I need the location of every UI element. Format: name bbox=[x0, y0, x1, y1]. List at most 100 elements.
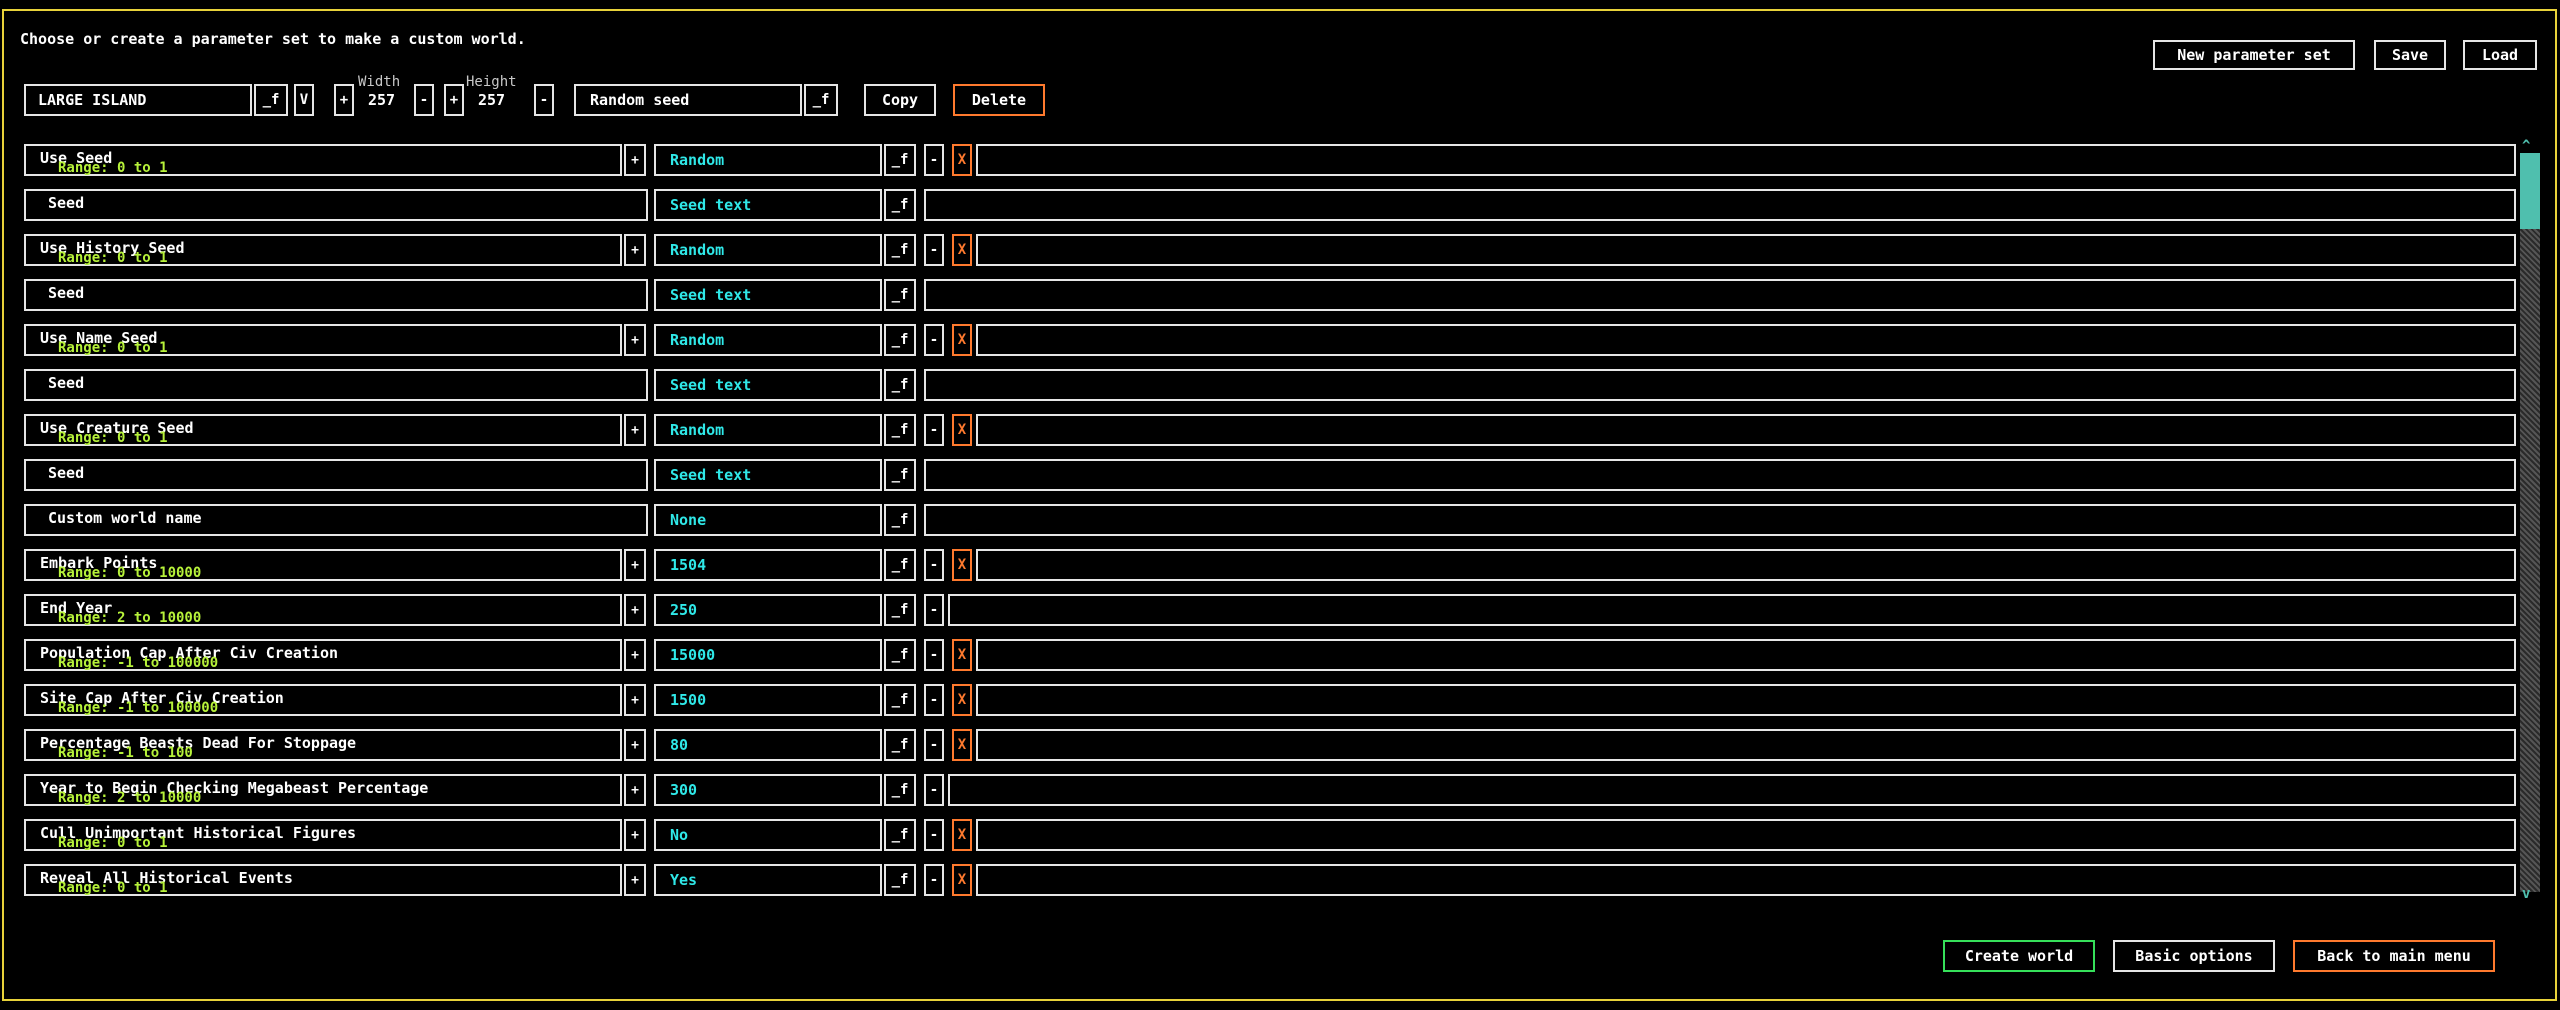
remove-button[interactable]: X bbox=[952, 324, 972, 356]
parameter-value-box[interactable]: None bbox=[654, 504, 882, 536]
scroll-down-icon[interactable]: v bbox=[2522, 886, 2530, 902]
new-parameter-set-button[interactable]: New parameter set bbox=[2153, 40, 2355, 70]
edit-value-button[interactable]: _f bbox=[884, 639, 916, 671]
parameter-extra-field bbox=[924, 504, 2516, 536]
increase-button[interactable]: + bbox=[624, 684, 646, 716]
parameter-value-box[interactable]: Random bbox=[654, 234, 882, 266]
remove-button[interactable]: X bbox=[952, 819, 972, 851]
edit-value-button[interactable]: _f bbox=[884, 234, 916, 266]
edit-value-button[interactable]: _f bbox=[884, 189, 916, 221]
parameter-value-box[interactable]: Seed text bbox=[654, 369, 882, 401]
remove-button[interactable]: X bbox=[952, 414, 972, 446]
height-increase-button[interactable]: + bbox=[444, 84, 464, 116]
scroll-up-icon[interactable]: ^ bbox=[2522, 138, 2530, 154]
edit-value-button[interactable]: _f bbox=[884, 594, 916, 626]
edit-value-button[interactable]: _f bbox=[884, 864, 916, 896]
decrease-button[interactable]: - bbox=[924, 729, 944, 761]
decrease-button[interactable]: - bbox=[924, 549, 944, 581]
seed-edit-button[interactable]: _f bbox=[804, 84, 838, 116]
decrease-button[interactable]: - bbox=[924, 144, 944, 176]
edit-value-button[interactable]: _f bbox=[884, 774, 916, 806]
preset-dropdown-button[interactable]: V bbox=[294, 84, 314, 116]
edit-value-button[interactable]: _f bbox=[884, 504, 916, 536]
increase-button[interactable]: + bbox=[624, 234, 646, 266]
parameter-extra-field bbox=[976, 639, 2516, 671]
parameter-value-box[interactable]: 80 bbox=[654, 729, 882, 761]
increase-button[interactable]: + bbox=[624, 144, 646, 176]
increase-button[interactable]: + bbox=[624, 729, 646, 761]
remove-button[interactable]: X bbox=[952, 639, 972, 671]
parameter-value-box[interactable]: No bbox=[654, 819, 882, 851]
scrollbar-thumb[interactable] bbox=[2520, 153, 2540, 229]
parameter-range: Range: 0 to 1 bbox=[58, 880, 168, 896]
parameter-value-box[interactable]: 250 bbox=[654, 594, 882, 626]
parameter-value-box[interactable]: 300 bbox=[654, 774, 882, 806]
edit-icon: _f bbox=[891, 692, 909, 708]
edit-value-button[interactable]: _f bbox=[884, 414, 916, 446]
remove-button[interactable]: X bbox=[952, 729, 972, 761]
save-button[interactable]: Save bbox=[2374, 40, 2446, 70]
decrease-button[interactable]: - bbox=[924, 819, 944, 851]
increase-button[interactable]: + bbox=[624, 774, 646, 806]
decrease-button[interactable]: - bbox=[924, 234, 944, 266]
parameter-value-box[interactable]: 1504 bbox=[654, 549, 882, 581]
parameter-name-box[interactable]: Custom world name bbox=[24, 504, 648, 536]
back-to-main-menu-button[interactable]: Back to main menu bbox=[2293, 940, 2495, 972]
edit-value-button[interactable]: _f bbox=[884, 459, 916, 491]
decrease-button[interactable]: - bbox=[924, 774, 944, 806]
decrease-button[interactable]: - bbox=[924, 594, 944, 626]
decrease-button[interactable]: - bbox=[924, 684, 944, 716]
parameter-value-box[interactable]: 15000 bbox=[654, 639, 882, 671]
width-increase-button[interactable]: + bbox=[334, 84, 354, 116]
width-decrease-button[interactable]: - bbox=[414, 84, 434, 116]
parameter-extra-field bbox=[976, 684, 2516, 716]
edit-value-button[interactable]: _f bbox=[884, 369, 916, 401]
decrease-button[interactable]: - bbox=[924, 639, 944, 671]
parameter-row: Year to Begin Checking Megabeast Percent… bbox=[24, 774, 2516, 808]
copy-button[interactable]: Copy bbox=[864, 84, 936, 116]
increase-button[interactable]: + bbox=[624, 864, 646, 896]
increase-button[interactable]: + bbox=[624, 594, 646, 626]
edit-value-button[interactable]: _f bbox=[884, 279, 916, 311]
preset-name-field[interactable]: LARGE ISLAND bbox=[24, 84, 252, 116]
parameter-name-box[interactable]: Seed bbox=[24, 279, 648, 311]
increase-button[interactable]: + bbox=[624, 639, 646, 671]
increase-button[interactable]: + bbox=[624, 414, 646, 446]
remove-button[interactable]: X bbox=[952, 864, 972, 896]
increase-button[interactable]: + bbox=[624, 819, 646, 851]
decrease-button[interactable]: - bbox=[924, 864, 944, 896]
edit-value-button[interactable]: _f bbox=[884, 819, 916, 851]
height-decrease-button[interactable]: - bbox=[534, 84, 554, 116]
parameter-value-box[interactable]: Seed text bbox=[654, 279, 882, 311]
edit-value-button[interactable]: _f bbox=[884, 729, 916, 761]
parameter-value-box[interactable]: Seed text bbox=[654, 189, 882, 221]
edit-value-button[interactable]: _f bbox=[884, 324, 916, 356]
remove-button[interactable]: X bbox=[952, 684, 972, 716]
edit-value-button[interactable]: _f bbox=[884, 684, 916, 716]
parameter-name-box[interactable]: Seed bbox=[24, 189, 648, 221]
remove-button[interactable]: X bbox=[952, 549, 972, 581]
increase-button[interactable]: + bbox=[624, 324, 646, 356]
parameter-value-box[interactable]: Random bbox=[654, 144, 882, 176]
decrease-button[interactable]: - bbox=[924, 324, 944, 356]
create-world-button[interactable]: Create world bbox=[1943, 940, 2095, 972]
parameter-value-box[interactable]: Yes bbox=[654, 864, 882, 896]
scrollbar-track[interactable] bbox=[2520, 153, 2540, 892]
remove-button[interactable]: X bbox=[952, 234, 972, 266]
parameter-name-box[interactable]: Seed bbox=[24, 459, 648, 491]
seed-field[interactable]: Random seed bbox=[574, 84, 802, 116]
remove-button[interactable]: X bbox=[952, 144, 972, 176]
parameter-value-box[interactable]: Random bbox=[654, 324, 882, 356]
basic-options-button[interactable]: Basic options bbox=[2113, 940, 2275, 972]
parameter-name-box[interactable]: Seed bbox=[24, 369, 648, 401]
delete-button[interactable]: Delete bbox=[953, 84, 1045, 116]
decrease-button[interactable]: - bbox=[924, 414, 944, 446]
parameter-value-box[interactable]: 1500 bbox=[654, 684, 882, 716]
increase-button[interactable]: + bbox=[624, 549, 646, 581]
preset-edit-button[interactable]: _f bbox=[254, 84, 288, 116]
edit-value-button[interactable]: _f bbox=[884, 144, 916, 176]
parameter-value-box[interactable]: Random bbox=[654, 414, 882, 446]
load-button[interactable]: Load bbox=[2463, 40, 2537, 70]
parameter-value-box[interactable]: Seed text bbox=[654, 459, 882, 491]
edit-value-button[interactable]: _f bbox=[884, 549, 916, 581]
